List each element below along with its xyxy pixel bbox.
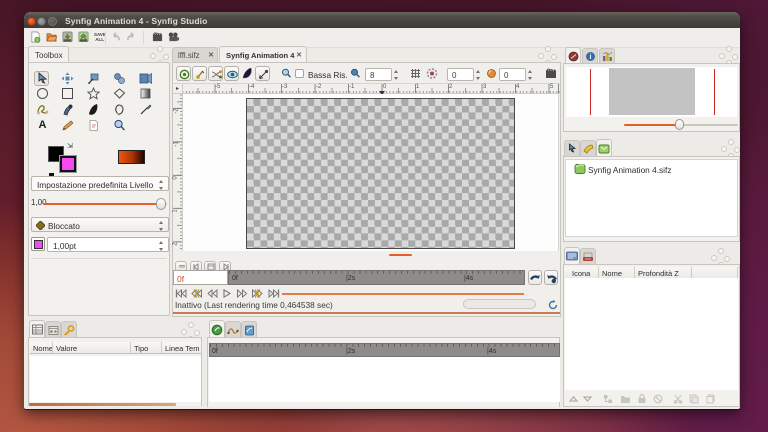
svg-text:i: i (589, 54, 591, 61)
